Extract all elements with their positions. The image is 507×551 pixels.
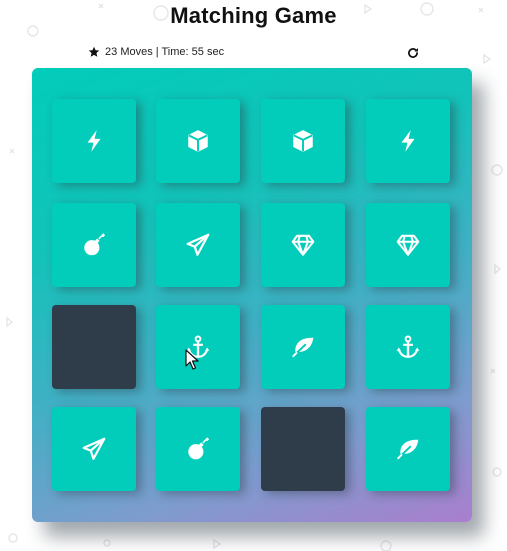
card-hidden[interactable] <box>261 407 345 491</box>
time-value: 55 sec <box>191 46 225 58</box>
card-diamond[interactable] <box>366 203 450 287</box>
bolt-icon <box>87 130 101 152</box>
paper-plane-icon <box>82 437 106 460</box>
card-cube[interactable] <box>261 99 345 183</box>
leaf-icon <box>292 337 314 358</box>
card-bomb[interactable] <box>156 407 240 491</box>
card-leaf[interactable] <box>366 407 450 491</box>
card-paper-plane[interactable] <box>156 203 240 287</box>
star-icon <box>88 46 100 57</box>
card-leaf[interactable] <box>261 305 345 389</box>
score-panel: 23 Moves | Time: 55 sec <box>88 46 224 58</box>
diamond-icon <box>291 234 315 256</box>
bomb-icon <box>188 437 209 460</box>
leaf-icon <box>397 439 419 460</box>
page-title: Matching Game <box>170 3 337 28</box>
card-bolt[interactable] <box>366 99 450 183</box>
card-bolt[interactable] <box>52 99 136 183</box>
card-hidden[interactable] <box>52 305 136 389</box>
card-bomb[interactable] <box>52 203 136 287</box>
card-anchor[interactable] <box>156 305 240 389</box>
diamond-icon <box>396 234 420 256</box>
time-label: Time: <box>161 46 189 58</box>
card-anchor[interactable] <box>366 305 450 389</box>
card-deck <box>32 68 472 522</box>
card-cube[interactable] <box>156 99 240 183</box>
bomb-icon <box>84 233 105 256</box>
anchor-icon <box>186 335 210 358</box>
separator: | <box>155 46 159 58</box>
restart-icon[interactable] <box>406 46 420 60</box>
cube-icon <box>188 130 208 152</box>
cube-icon <box>293 130 313 152</box>
anchor-icon <box>396 335 420 358</box>
bolt-icon <box>401 130 415 152</box>
card-paper-plane[interactable] <box>52 407 136 491</box>
paper-plane-icon <box>186 233 210 256</box>
moves-label: Moves <box>120 46 153 58</box>
moves-count: 23 <box>105 46 118 58</box>
card-diamond[interactable] <box>261 203 345 287</box>
